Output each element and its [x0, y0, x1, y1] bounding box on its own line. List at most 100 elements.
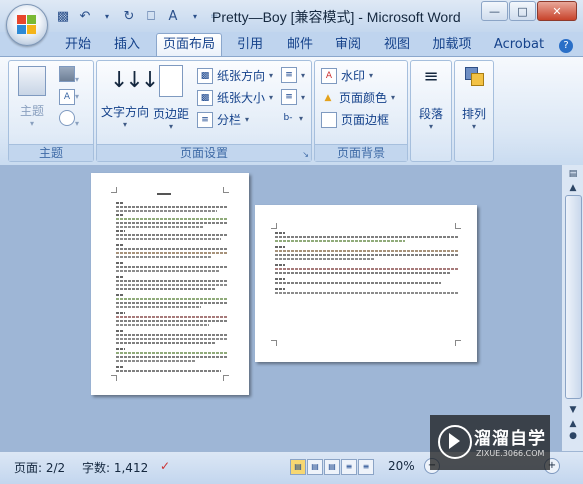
theme-button-label: 主题	[19, 104, 44, 118]
document-page-1[interactable]	[91, 173, 249, 395]
quick-access-toolbar: ▩ ↶ ▾ ↻ ⎕ A ▾ =	[54, 6, 219, 26]
page-borders-button[interactable]: 页面边框	[321, 111, 389, 128]
paint-bucket-icon: ▲	[324, 92, 332, 103]
zoom-level[interactable]: 20%	[388, 459, 415, 473]
scroll-thumb[interactable]	[565, 195, 582, 399]
proofing-icon[interactable]: ✓	[160, 459, 170, 473]
page-background-label: 页面背景	[315, 144, 407, 161]
theme-fonts-icon[interactable]: A ▾	[59, 88, 85, 106]
tab-insert[interactable]: 插入	[108, 35, 146, 55]
hyphenation-icon: b-	[283, 113, 293, 123]
tab-acrobat[interactable]: Acrobat	[490, 35, 548, 55]
web-layout-icon[interactable]: ▤	[324, 459, 340, 475]
paragraph-label: 段落	[418, 107, 443, 121]
print-preview-icon[interactable]: ⎕	[142, 7, 160, 25]
window-title: Pretty—Boy [兼容模式] - Microsoft Word	[212, 9, 461, 25]
document-area[interactable]	[0, 165, 561, 451]
arrange-group: 排列 ▾	[454, 60, 494, 162]
maximize-button[interactable]: □	[509, 1, 536, 21]
tab-references[interactable]: 引用	[232, 35, 268, 55]
text-direction-label: 文字方向	[101, 105, 150, 119]
watermark-url: ZIXUE.3066.COM	[476, 449, 545, 458]
columns-button[interactable]: ≡ 分栏 ▾	[197, 111, 249, 128]
office-button[interactable]	[6, 4, 48, 46]
dropdown-icon[interactable]: ▾	[186, 7, 204, 25]
scroll-up-icon[interactable]: ▲	[565, 181, 581, 195]
tab-view[interactable]: 视图	[379, 35, 415, 55]
page-setup-group: ↓↓↓ 文字方向 ▾ 页边距 ▾ ▩ 纸张方向 ▾ ▩ 纸张大小 ▾ ≡ 分栏 ▾ ≡…	[96, 60, 312, 162]
redo-icon[interactable]: ↻	[120, 7, 138, 25]
undo-icon[interactable]: ↶	[76, 7, 94, 25]
page-2-text	[275, 232, 459, 294]
paragraph-button[interactable]: ≡ 段落 ▾	[413, 66, 449, 132]
office-logo-icon	[17, 15, 37, 35]
select-browse-object-icon[interactable]: ●	[565, 429, 581, 443]
spelling-icon[interactable]: A	[164, 7, 182, 25]
columns-label: 分栏	[217, 113, 242, 127]
save-icon[interactable]: ▩	[54, 7, 72, 25]
orientation-button[interactable]: ▩ 纸张方向 ▾	[197, 67, 273, 84]
ribbon-tabs: 开始 插入 页面布局 引用 邮件 审阅 视图 加载项 Acrobat ?	[0, 32, 583, 57]
tab-home[interactable]: 开始	[60, 35, 96, 55]
size-icon: ▩	[197, 89, 213, 106]
page-setup-label: 页面设置	[97, 144, 311, 161]
watermark-icon: A	[321, 67, 337, 84]
orientation-icon: ▩	[197, 67, 213, 84]
tab-review[interactable]: 审阅	[330, 35, 366, 55]
scroll-down-icon[interactable]: ▼	[565, 403, 581, 417]
theme-effects-icon[interactable]: ▾	[59, 110, 85, 128]
outline-view-icon[interactable]: ≡	[341, 459, 357, 475]
paragraph-group: ≡ 段落 ▾	[410, 60, 452, 162]
close-button[interactable]: ✕	[537, 1, 577, 21]
theme-icon	[18, 66, 46, 96]
draft-view-icon[interactable]: ≡	[358, 459, 374, 475]
ruler-toggle-icon[interactable]: ▤	[565, 167, 581, 181]
tab-add-ins[interactable]: 加载项	[427, 35, 477, 55]
theme-group: 主题 ▾ ▾ A ▾ ▾ 主题	[8, 60, 94, 162]
paragraph-icon: ≡	[423, 66, 439, 87]
watermark-label: 水印	[341, 69, 366, 83]
watermark-button[interactable]: A 水印 ▾	[321, 67, 373, 84]
help-icon[interactable]: ?	[556, 35, 576, 55]
line-numbers-button[interactable]: ≡ ▾	[281, 89, 305, 105]
columns-icon: ≡	[197, 111, 213, 128]
theme-group-label: 主题	[9, 144, 93, 161]
size-button[interactable]: ▩ 纸张大小 ▾	[197, 89, 273, 106]
page-borders-icon	[321, 111, 337, 128]
tab-page-layout[interactable]: 页面布局	[156, 33, 222, 57]
theme-button[interactable]: 主题 ▾	[15, 66, 49, 128]
window-controls: — □ ✕	[481, 1, 577, 21]
breaks-icon: ≡	[281, 67, 297, 83]
page-count[interactable]: 页面: 2/2	[14, 459, 65, 476]
word-count[interactable]: 字数: 1,412	[82, 459, 148, 476]
margins-label: 页边距	[152, 107, 189, 121]
text-direction-icon: ↓↓↓	[110, 68, 159, 93]
dropdown-icon[interactable]: ▾	[98, 7, 116, 25]
line-numbers-icon: ≡	[281, 89, 297, 105]
arrange-label: 排列	[461, 107, 486, 121]
page-background-group: A 水印 ▾ ▲ 页面颜色 ▾ 页面边框 页面背景	[314, 60, 408, 162]
hyphenation-button[interactable]: b- ▾	[281, 111, 304, 125]
document-page-2[interactable]	[255, 205, 477, 362]
minimize-button[interactable]: —	[481, 1, 508, 21]
page-borders-label: 页面边框	[341, 113, 390, 127]
title-bar: ▩ ↶ ▾ ↻ ⎕ A ▾ = Pretty—Boy [兼容模式] - Micr…	[0, 0, 583, 32]
margins-icon	[159, 65, 183, 97]
dialog-launcher-icon[interactable]: ↘	[302, 150, 309, 159]
orientation-label: 纸张方向	[217, 69, 266, 83]
vertical-scrollbar[interactable]: ▤ ▲ ▼ ▲ ●	[561, 165, 583, 451]
tab-mailings[interactable]: 邮件	[282, 35, 318, 55]
text-direction-button[interactable]: ↓↓↓ 文字方向 ▾	[101, 65, 159, 129]
page-color-button[interactable]: ▲ 页面颜色 ▾	[321, 89, 396, 106]
print-layout-icon[interactable]: ▤	[290, 459, 306, 475]
theme-colors-icon[interactable]: ▾	[59, 66, 85, 84]
margins-button[interactable]: 页边距 ▾	[151, 65, 191, 131]
page-1-text	[116, 202, 227, 372]
ribbon: 主题 ▾ ▾ A ▾ ▾ 主题 ↓↓↓ 文字方向 ▾ 页边距 ▾ ▩ 纸张方向 ▾	[0, 56, 583, 166]
arrange-button[interactable]: 排列 ▾	[456, 67, 492, 131]
site-watermark: 溜溜自学 ZIXUE.3066.COM	[430, 415, 550, 470]
full-screen-reading-icon[interactable]: ▤	[307, 459, 323, 475]
page-color-label: 页面颜色	[339, 91, 388, 105]
arrange-icon	[465, 67, 484, 86]
breaks-button[interactable]: ≡ ▾	[281, 67, 305, 83]
